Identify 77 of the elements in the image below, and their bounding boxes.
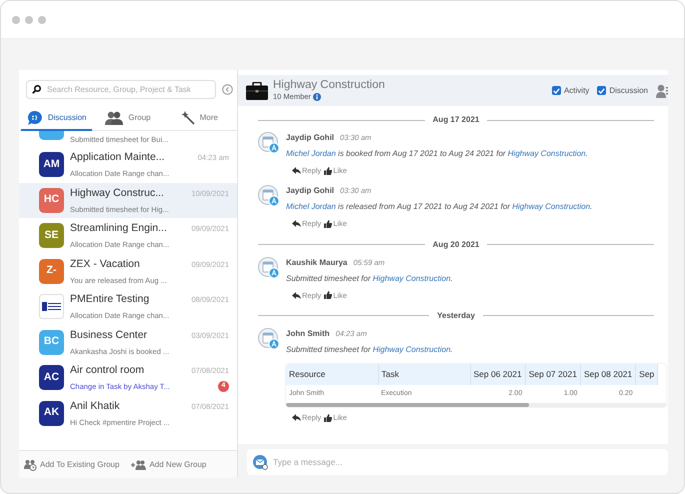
date-divider: Aug 17 2021 xyxy=(432,114,480,126)
sidebar-tab[interactable]: More xyxy=(164,106,235,130)
avatar: Z- xyxy=(39,258,64,284)
search-box[interactable]: Search Resource, Group, Project & Task xyxy=(26,80,216,99)
conversation-title: Streamlining Engin... xyxy=(70,221,167,236)
message-link[interactable]: Michel Jordan xyxy=(286,202,336,212)
conversation-title: ZEX - Vacation xyxy=(70,256,140,272)
conversation-title: Application Mainte... xyxy=(70,150,165,166)
message-text: Submitted timesheet for Highway Construction. xyxy=(286,272,453,284)
checkmark-icon xyxy=(552,88,560,94)
group-title: Highway Construction xyxy=(273,78,386,92)
sidebar-tab[interactable]: Group xyxy=(92,106,164,130)
thumbs-up-icon xyxy=(324,166,332,175)
column-header: Sep 06 2021 xyxy=(470,364,526,384)
reply-icon xyxy=(292,292,301,299)
collapse-icon xyxy=(222,84,233,95)
info-icon xyxy=(312,92,321,101)
filter-checkbox[interactable]: Discussion xyxy=(597,84,648,96)
footer-action[interactable]: Add To Existing Group xyxy=(24,458,120,470)
user-avatar-icon xyxy=(258,256,280,278)
message-icon xyxy=(253,454,268,470)
briefcase-icon xyxy=(246,82,268,100)
column-header: Sep 08 2021 xyxy=(580,364,636,384)
column-header: Resource xyxy=(286,364,378,384)
conversation-title: Highway Construc... xyxy=(70,186,164,201)
author-name: Jaydip Gohil xyxy=(286,132,334,144)
logo-avatar xyxy=(39,294,64,320)
avatar: HC xyxy=(39,188,64,213)
reply-icon xyxy=(292,414,301,422)
window-dot xyxy=(12,16,20,24)
window-dot xyxy=(38,16,46,24)
date-divider: Aug 20 2021 xyxy=(432,238,480,250)
user-avatar-icon xyxy=(258,328,280,350)
filter-checkbox[interactable]: Activity xyxy=(552,84,590,96)
member-list-icon xyxy=(656,84,668,98)
user-avatar-icon xyxy=(258,132,280,154)
avatar: SE xyxy=(39,223,64,248)
footer-action[interactable]: Add New Group xyxy=(131,458,206,470)
conversation-title: Air control room xyxy=(70,363,144,378)
message-text: Michel Jordan is booked from Aug 17 2021 to Aug 24 2021 for Highway Construction. xyxy=(286,148,588,160)
message-text: Michel Jordan is released from Aug 17 2021 to Aug 24 2021 for Highway Construction. xyxy=(286,201,592,214)
people-icon xyxy=(105,110,124,124)
conversation-title: PMEntire Testing xyxy=(70,292,150,308)
avatar: AM xyxy=(39,152,64,178)
message-link[interactable]: Highway Construction xyxy=(512,202,590,212)
avatar: AK xyxy=(39,400,64,426)
checkmark-icon xyxy=(598,88,606,94)
conversation-title: Business Center xyxy=(70,328,148,343)
date-divider: Yesterday xyxy=(437,310,475,322)
add-people-icon xyxy=(131,460,146,470)
thumbs-up-icon xyxy=(324,291,332,300)
author-name: Kaushik Maurya xyxy=(286,256,348,268)
thumbs-up-icon xyxy=(324,220,332,228)
user-avatar-icon xyxy=(258,185,280,208)
column-header: Sep xyxy=(636,364,658,384)
avatar: BC xyxy=(39,330,64,355)
author-name: Jaydip Gohil xyxy=(286,185,334,198)
column-header: Task xyxy=(378,364,470,384)
search-icon xyxy=(32,85,41,94)
message-link[interactable]: Michel Jordan xyxy=(286,149,336,158)
magic-wand-icon xyxy=(180,110,195,124)
conversation-title: Anil Khatik xyxy=(70,398,120,414)
reply-icon xyxy=(292,220,301,228)
column-header: Sep 07 2021 xyxy=(525,364,580,384)
message-link[interactable]: Highway Construction xyxy=(508,149,586,158)
author-name: John Smith xyxy=(286,328,330,340)
window-dot xyxy=(25,16,33,24)
group-clock-icon xyxy=(24,458,37,470)
thumbs-up-icon xyxy=(324,414,332,422)
message-link[interactable]: Highway Construction xyxy=(372,344,451,354)
message-link[interactable]: Highway Construction xyxy=(372,274,451,282)
chat-bubble-icon xyxy=(26,110,43,126)
avatar: AC xyxy=(39,365,64,390)
reply-icon xyxy=(292,167,301,174)
message-text: Submitted timesheet for Highway Construction. xyxy=(286,344,454,356)
scrollbar-thumb[interactable] xyxy=(286,403,530,407)
message-box[interactable]: Type a message... xyxy=(247,449,668,475)
